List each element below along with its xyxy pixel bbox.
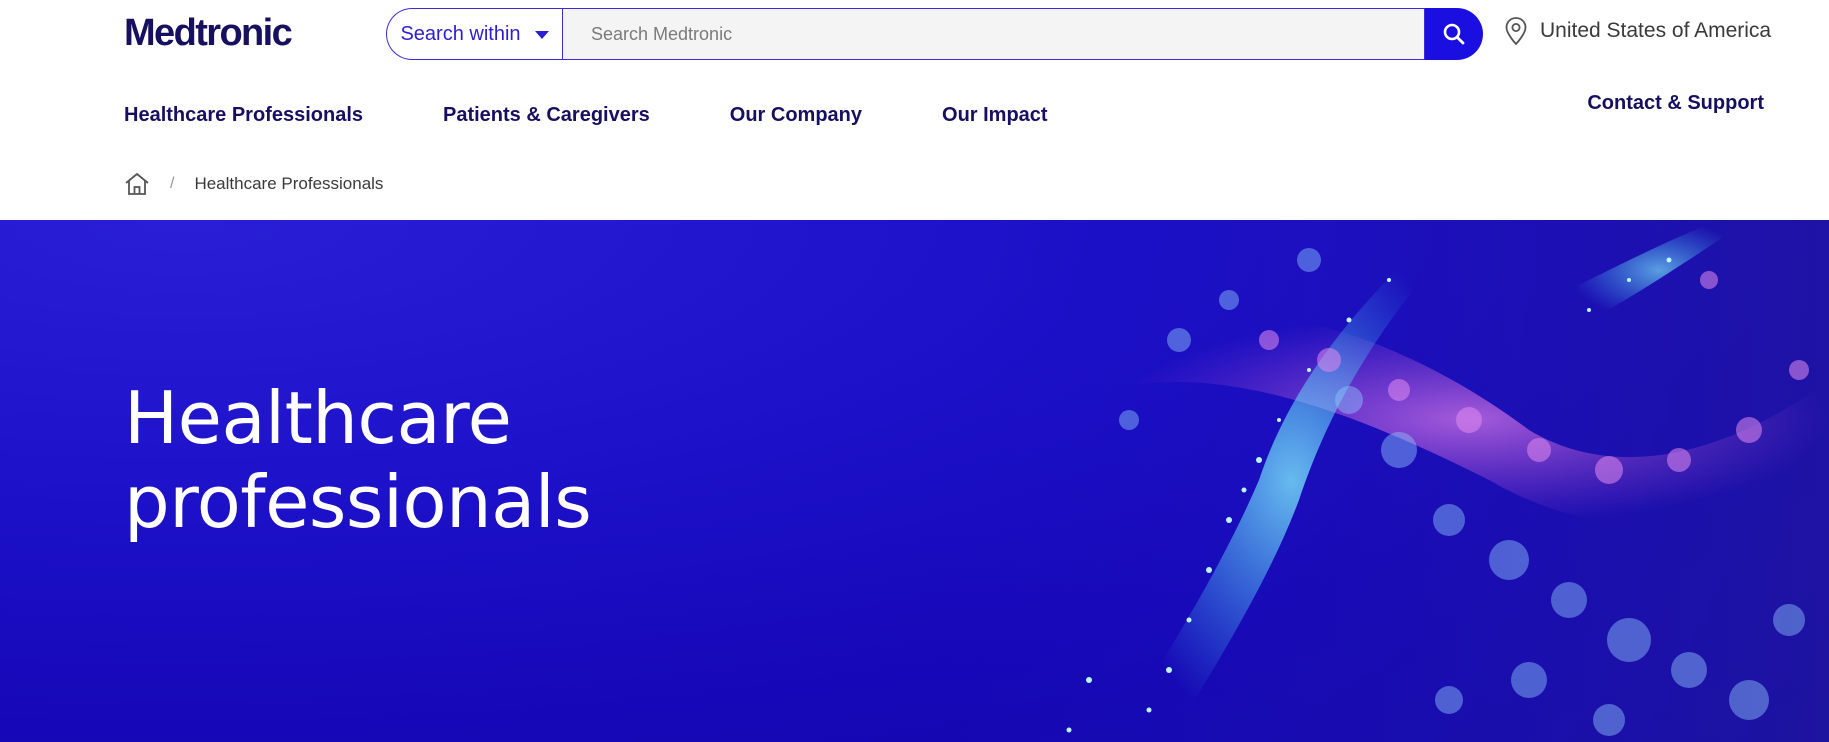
search-scope-label: Search within [400, 22, 521, 45]
page: Medtronic Search within United States of… [0, 0, 1829, 742]
site-header: Medtronic Search within United States of… [0, 0, 1829, 220]
breadcrumb-separator: / [170, 175, 175, 192]
hero-particle-wave-image [929, 220, 1829, 742]
search-button[interactable] [1425, 8, 1483, 60]
contact-support-link[interactable]: Contact & Support [1587, 92, 1764, 115]
main-nav: Healthcare Professionals Patients & Care… [124, 104, 1048, 127]
home-icon[interactable] [124, 172, 150, 196]
medtronic-logo[interactable]: Medtronic [124, 10, 293, 56]
hero-title-line-2: professionals [124, 460, 592, 544]
nav-healthcare-professionals[interactable]: Healthcare Professionals [124, 104, 363, 127]
hero-banner: Healthcare professionals [0, 220, 1829, 742]
search-input[interactable] [562, 8, 1425, 60]
country-label: United States of America [1540, 19, 1772, 42]
country-selector[interactable]: United States of America [1504, 16, 1771, 46]
search-bar: Search within [386, 8, 1483, 60]
location-pin-icon [1505, 17, 1527, 46]
hero-title-line-1: Healthcare [124, 376, 512, 460]
nav-patients-caregivers[interactable]: Patients & Caregivers [443, 104, 650, 127]
chevron-down-icon [534, 31, 549, 39]
hero-title: Healthcare professionals [124, 376, 592, 544]
search-icon [1443, 23, 1465, 45]
nav-our-impact[interactable]: Our Impact [942, 104, 1048, 127]
breadcrumb: / Healthcare Professionals [124, 172, 383, 196]
breadcrumb-current: Healthcare Professionals [194, 174, 384, 193]
nav-our-company[interactable]: Our Company [730, 104, 862, 127]
search-scope-dropdown[interactable]: Search within [386, 8, 562, 60]
